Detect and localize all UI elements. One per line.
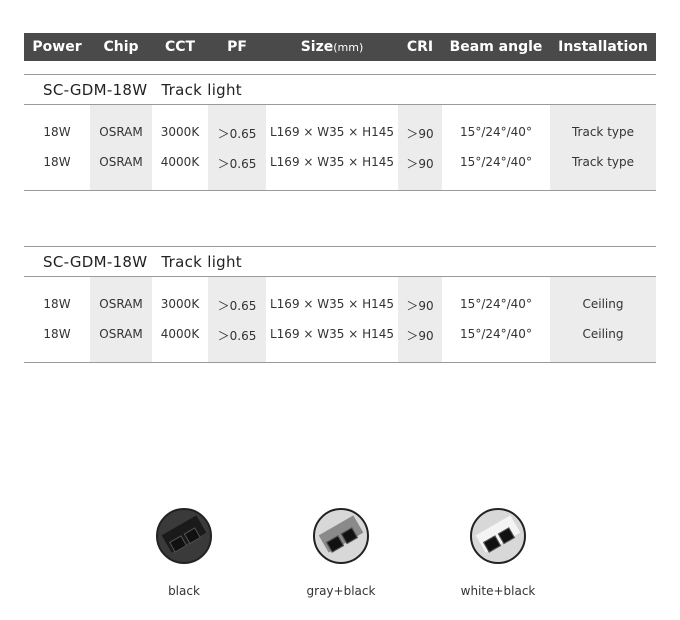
header-chip: Chip bbox=[103, 39, 139, 55]
cell-installation: Track type bbox=[571, 125, 635, 139]
shaded-column bbox=[398, 105, 442, 190]
finish-gray-black: gray+black bbox=[281, 508, 401, 598]
header-size-label: Size bbox=[300, 39, 334, 55]
header-size-unit: (mm) bbox=[333, 41, 364, 54]
cell-beam-angle: 15°/24°/40° bbox=[460, 297, 532, 311]
header-cri: CRI bbox=[406, 39, 434, 55]
shaded-column bbox=[208, 105, 266, 190]
cell-cct: 4000K bbox=[160, 327, 200, 341]
product-type: Track light bbox=[161, 253, 242, 271]
divider bbox=[24, 190, 656, 191]
finish-label: white+black bbox=[460, 584, 536, 598]
cell-pf: ＞0.65 bbox=[217, 157, 257, 171]
cell-beam-angle: 15°/24°/40° bbox=[460, 125, 532, 139]
header-size: Size(mm) bbox=[266, 33, 398, 61]
cell-chip: OSRAM bbox=[99, 125, 143, 139]
model-name: SC-GDM-18W bbox=[43, 253, 148, 271]
cell-size: L169 × W35 × H145 bbox=[269, 125, 395, 139]
cell-power: 18W bbox=[43, 297, 71, 311]
product-type: Track light bbox=[161, 81, 242, 99]
section-title: SC-GDM-18W Track light bbox=[43, 253, 256, 271]
finish-white-black: white+black bbox=[438, 508, 558, 598]
header-power: Power bbox=[32, 39, 82, 55]
header-pf: PF bbox=[227, 39, 247, 55]
cell-cct: 4000K bbox=[160, 155, 200, 169]
cell-cri: ＞90 bbox=[406, 329, 434, 343]
cell-pf: ＞0.65 bbox=[217, 299, 257, 313]
spec-section-2: SC-GDM-18W Track light 18W OSRAM 3000K ＞0… bbox=[24, 246, 656, 364]
cell-installation: Ceiling bbox=[582, 297, 624, 311]
cell-cri: ＞90 bbox=[406, 127, 434, 141]
cell-size: L169 × W35 × H145 bbox=[269, 327, 395, 341]
cell-chip: OSRAM bbox=[99, 297, 143, 311]
shaded-column bbox=[398, 277, 442, 362]
cell-power: 18W bbox=[43, 155, 71, 169]
shaded-column bbox=[208, 277, 266, 362]
cell-installation: Track type bbox=[571, 155, 635, 169]
cell-size: L169 × W35 × H145 bbox=[269, 155, 395, 169]
cell-size: L169 × W35 × H145 bbox=[269, 297, 395, 311]
divider bbox=[24, 74, 656, 75]
finish-swatch-image bbox=[313, 508, 369, 564]
cell-beam-angle: 15°/24°/40° bbox=[460, 155, 532, 169]
cell-installation: Ceiling bbox=[582, 327, 624, 341]
cell-chip: OSRAM bbox=[99, 155, 143, 169]
cell-power: 18W bbox=[43, 125, 71, 139]
shaded-column bbox=[550, 277, 656, 362]
finish-swatch-image bbox=[156, 508, 212, 564]
cell-cct: 3000K bbox=[160, 125, 200, 139]
shaded-column bbox=[90, 277, 152, 362]
finish-swatch-image bbox=[470, 508, 526, 564]
spec-section-1: SC-GDM-18W Track light 18W OSRAM 3000K ＞0… bbox=[24, 74, 656, 192]
header-cct: CCT bbox=[164, 39, 196, 55]
cell-power: 18W bbox=[43, 327, 71, 341]
header-beam-angle: Beam angle bbox=[449, 39, 543, 55]
cell-chip: OSRAM bbox=[99, 327, 143, 341]
cell-cct: 3000K bbox=[160, 297, 200, 311]
cell-cri: ＞90 bbox=[406, 299, 434, 313]
spec-table-header: Power Chip CCT PF Size(mm) CRI Beam angl… bbox=[24, 33, 656, 61]
shaded-column bbox=[550, 105, 656, 190]
finish-label: gray+black bbox=[306, 584, 376, 598]
section-title: SC-GDM-18W Track light bbox=[43, 81, 256, 99]
cell-pf: ＞0.65 bbox=[217, 329, 257, 343]
cell-pf: ＞0.65 bbox=[217, 127, 257, 141]
cell-cri: ＞90 bbox=[406, 157, 434, 171]
header-installation: Installation bbox=[558, 39, 648, 55]
divider bbox=[24, 246, 656, 247]
shaded-column bbox=[90, 105, 152, 190]
model-name: SC-GDM-18W bbox=[43, 81, 148, 99]
finish-label: black bbox=[168, 584, 200, 598]
finish-black: black bbox=[124, 508, 244, 598]
divider bbox=[24, 362, 656, 363]
cell-beam-angle: 15°/24°/40° bbox=[460, 327, 532, 341]
